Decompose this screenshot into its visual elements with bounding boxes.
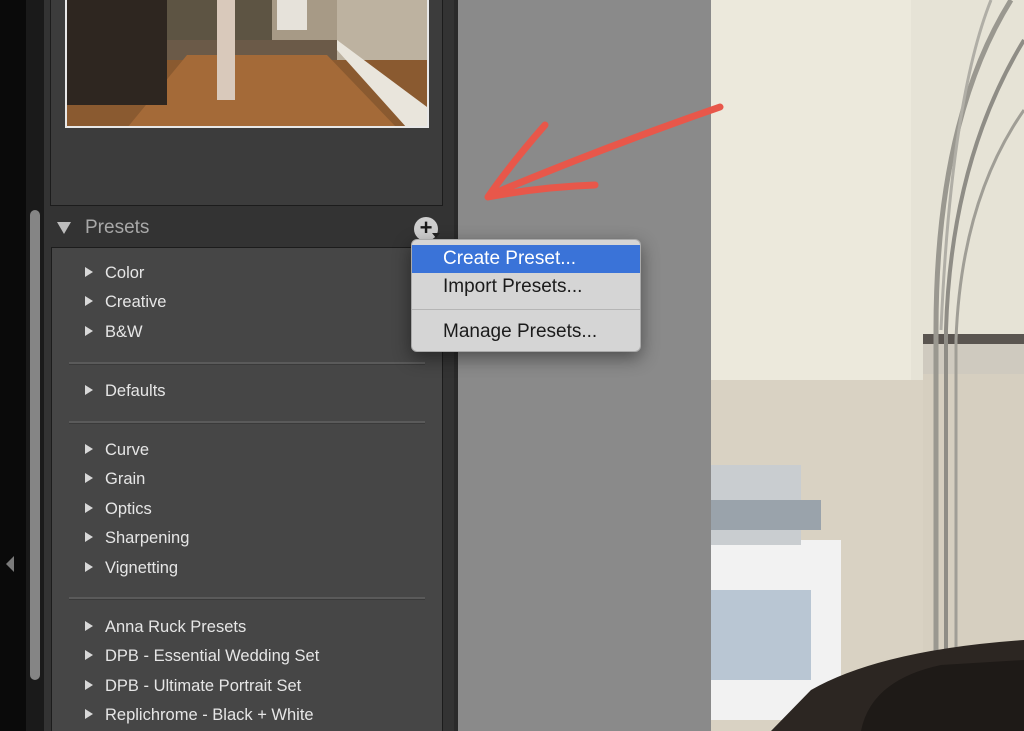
preset-group-label: Creative (105, 293, 167, 311)
scrollbar-thumb[interactable] (30, 210, 40, 680)
group-divider (69, 597, 425, 600)
preset-group-label: Replichrome - Black + White (105, 706, 314, 724)
preset-group-label: Vignetting (105, 559, 179, 577)
preset-group-color[interactable]: Color (85, 264, 144, 286)
preset-group-dpb-portrait[interactable]: DPB - Ultimate Portrait Set (85, 677, 301, 699)
disclosure-triangle-icon[interactable] (57, 222, 71, 234)
preset-group-label: DPB - Ultimate Portrait Set (105, 677, 302, 695)
preset-group-label: DPB - Essential Wedding Set (105, 647, 320, 665)
chevron-down-icon (432, 233, 440, 238)
preset-group-label: Optics (105, 500, 152, 518)
presets-title: Presets (85, 217, 150, 238)
preset-group-dpb-wedding[interactable]: DPB - Essential Wedding Set (85, 647, 319, 669)
main-photo (711, 0, 1024, 731)
menu-item-import-presets[interactable]: Import Presets... (412, 273, 640, 301)
preset-group-label: B&W (105, 323, 143, 341)
group-divider (69, 421, 425, 424)
thumbnail-photo (67, 0, 427, 126)
menu-item-manage-presets[interactable]: Manage Presets... (412, 318, 640, 346)
expand-arrow-icon (85, 709, 93, 719)
preset-group-creative[interactable]: Creative (85, 293, 166, 315)
left-panel-edge (0, 0, 26, 731)
menu-item-create-preset[interactable]: Create Preset... (412, 245, 640, 273)
preset-group-label: Color (105, 264, 145, 282)
preset-group-label: Defaults (105, 382, 166, 400)
preset-group-bw[interactable]: B&W (85, 323, 143, 345)
expand-arrow-icon (85, 621, 93, 631)
add-preset-menu: Create Preset... Import Presets... Manag… (411, 239, 641, 352)
expand-arrow-icon (85, 680, 93, 690)
group-divider (69, 362, 425, 365)
preset-group-grain[interactable]: Grain (85, 470, 145, 492)
preset-group-replichrome[interactable]: Replichrome - Black + White (85, 706, 314, 728)
preset-group-optics[interactable]: Optics (85, 500, 152, 522)
preset-group-defaults[interactable]: Defaults (85, 382, 166, 404)
expand-arrow-icon (85, 326, 93, 336)
navigator-thumbnail[interactable] (65, 0, 429, 128)
expand-arrow-icon (85, 562, 93, 572)
preset-group-sharpening[interactable]: Sharpening (85, 529, 189, 551)
expand-arrow-icon (85, 503, 93, 513)
expand-arrow-icon (85, 650, 93, 660)
preset-group-label: Sharpening (105, 529, 190, 547)
preset-group-curve[interactable]: Curve (85, 441, 149, 463)
preset-group-vignetting[interactable]: Vignetting (85, 559, 178, 581)
menu-separator (412, 309, 640, 310)
expand-arrow-icon (85, 296, 93, 306)
panel-divider[interactable] (454, 0, 458, 731)
expand-arrow-icon (85, 385, 93, 395)
expand-arrow-icon (85, 267, 93, 277)
room-photo (711, 0, 1024, 731)
preset-group-anna-ruck[interactable]: Anna Ruck Presets (85, 618, 246, 640)
expand-arrow-icon (85, 532, 93, 542)
preset-group-label: Anna Ruck Presets (105, 618, 247, 636)
expand-arrow-icon (85, 473, 93, 483)
annotation-arrow-icon (484, 103, 724, 201)
collapse-panel-arrow-icon[interactable] (6, 556, 14, 572)
preset-group-label: Curve (105, 441, 150, 459)
preset-group-label: Grain (105, 470, 146, 488)
expand-arrow-icon (85, 444, 93, 454)
